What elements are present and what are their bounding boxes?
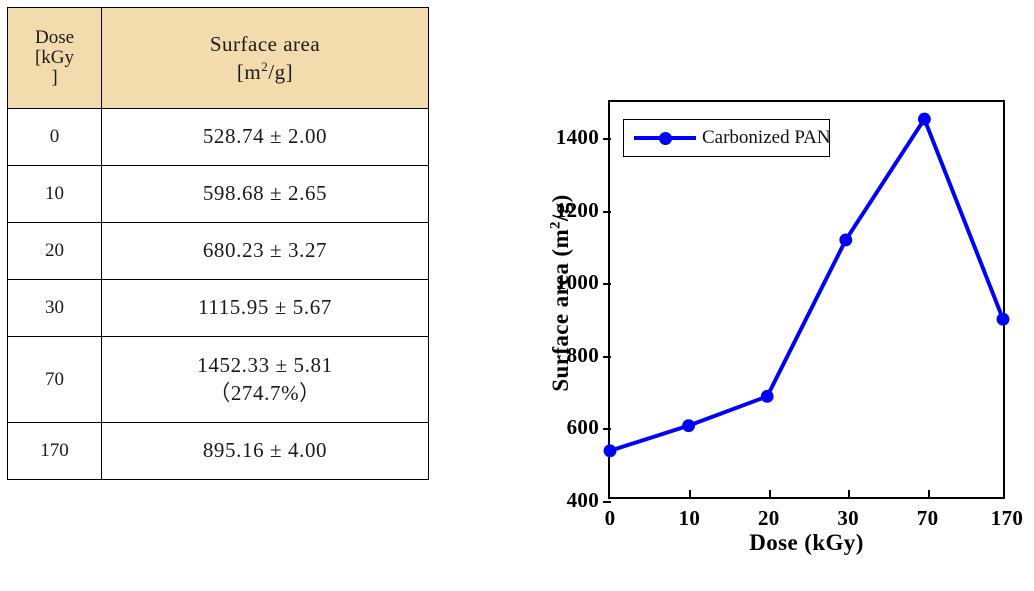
table-row: 70 1452.33 ± 5.81 （274.7%） [7, 336, 429, 423]
x-axis-tick-label: 70 [916, 506, 939, 530]
cell-surface-area: 528.74 ± 2.00 [101, 108, 429, 166]
cell-dose: 0 [7, 108, 102, 166]
x-axis-tick-label: 170 [990, 506, 1024, 530]
y-axis-tick-label: 600 [566, 415, 599, 440]
y-axis-tick-label: 1200 [555, 197, 599, 222]
x-axis-tick-label: 0 [604, 506, 616, 530]
series-line-carbonized-pan [608, 117, 1005, 453]
data-point-marker [996, 312, 1010, 326]
legend-label-carbonized-pan: Carbonized PAN [702, 127, 831, 148]
cell-surface-area: 895.16 ± 4.00 [101, 422, 429, 480]
x-axis-tick-label: 30 [837, 506, 859, 530]
column-header-surface-area: Surface area [m2/g] [101, 7, 429, 109]
y-axis-tick-label: 1000 [555, 270, 599, 295]
table-row: 30 1115.95 ± 5.67 [7, 279, 429, 337]
column-header-dose-line-1: Dose [34, 27, 75, 49]
x-axis-tick-label: 10 [678, 506, 701, 530]
data-point-marker [917, 112, 931, 126]
table-row: 0 528.74 ± 2.00 [7, 108, 429, 166]
table-row: 170 895.16 ± 4.00 [7, 422, 429, 480]
table-row: 20 680.23 ± 3.27 [7, 222, 429, 280]
y-axis-tick-label: 400 [566, 488, 599, 512]
column-header-dose: Dose [kGy ] [7, 7, 102, 109]
dose-surface-area-table: Dose [kGy ] Surface area [m2/g] 0 528.74 … [7, 7, 429, 480]
cell-surface-area-note: （274.7%） [209, 380, 321, 405]
cell-surface-area-value: 598.68 ± 2.65 [202, 181, 328, 206]
cell-surface-area: 680.23 ± 3.27 [101, 222, 429, 280]
column-header-surface-area-units: [m2/g] [102, 58, 428, 86]
cell-surface-area-value: 680.23 ± 3.27 [202, 238, 328, 263]
chart-legend: Carbonized PAN [623, 119, 831, 157]
cell-dose: 20 [7, 222, 102, 280]
cell-dose: 70 [7, 336, 102, 423]
data-point-marker [839, 233, 853, 247]
units-suffix: /g] [268, 60, 294, 84]
table-header-row: Dose [kGy ] Surface area [m2/g] [7, 7, 429, 109]
units-prefix: [m [236, 60, 262, 84]
series-plot [603, 112, 1010, 458]
data-point-marker [682, 419, 696, 433]
surface-area-line-chart: Surface area (m2/g) 400 600 800 1000 1200 140… [495, 75, 1030, 575]
table-body: 0 528.74 ± 2.00 10 598.68 ± 2.65 20 680.23 ± … [7, 108, 429, 480]
series-markers-carbonized-pan [603, 112, 1010, 458]
cell-surface-area-value: 1115.95 ± 5.67 [198, 295, 332, 320]
cell-surface-area: 1452.33 ± 5.81 （274.7%） [101, 336, 429, 423]
y-axis-tick-label: 800 [566, 342, 599, 367]
column-header-surface-area-line-1: Surface area [209, 31, 321, 56]
cell-surface-area: 1115.95 ± 5.67 [101, 279, 429, 337]
y-axis-tick-label: 1400 [555, 125, 599, 150]
cell-surface-area-value: 1452.33 ± 5.81 [197, 353, 333, 378]
legend-swatch-carbonized-pan [634, 128, 696, 148]
cell-surface-area: 598.68 ± 2.65 [101, 165, 429, 223]
plot-area: 400 600 800 1000 1200 1400 0 10 20 30 70 170 Carbo… [556, 100, 1023, 530]
legend-marker-icon [658, 131, 672, 145]
cell-dose: 10 [7, 165, 102, 223]
cell-dose: 170 [7, 422, 102, 480]
table: Dose [kGy ] Surface area [m2/g] 0 528.74 … [7, 7, 429, 480]
y-axis-tick-mark [603, 501, 611, 503]
x-axis-title: Dose (kGy) [749, 530, 864, 555]
column-header-dose-line-3: ] [51, 66, 58, 88]
column-header-dose-line-2: [kGy [34, 47, 75, 69]
data-point-marker [603, 444, 617, 458]
data-point-marker [760, 389, 774, 403]
x-axis-tick-label: 20 [757, 506, 780, 530]
table-row: 10 598.68 ± 2.65 [7, 165, 429, 223]
table-header: Dose [kGy ] Surface area [m2/g] [7, 7, 429, 109]
cell-surface-area-value: 895.16 ± 4.00 [202, 438, 328, 463]
cell-surface-area-value: 528.74 ± 2.00 [202, 124, 328, 149]
cell-dose: 30 [7, 279, 102, 337]
